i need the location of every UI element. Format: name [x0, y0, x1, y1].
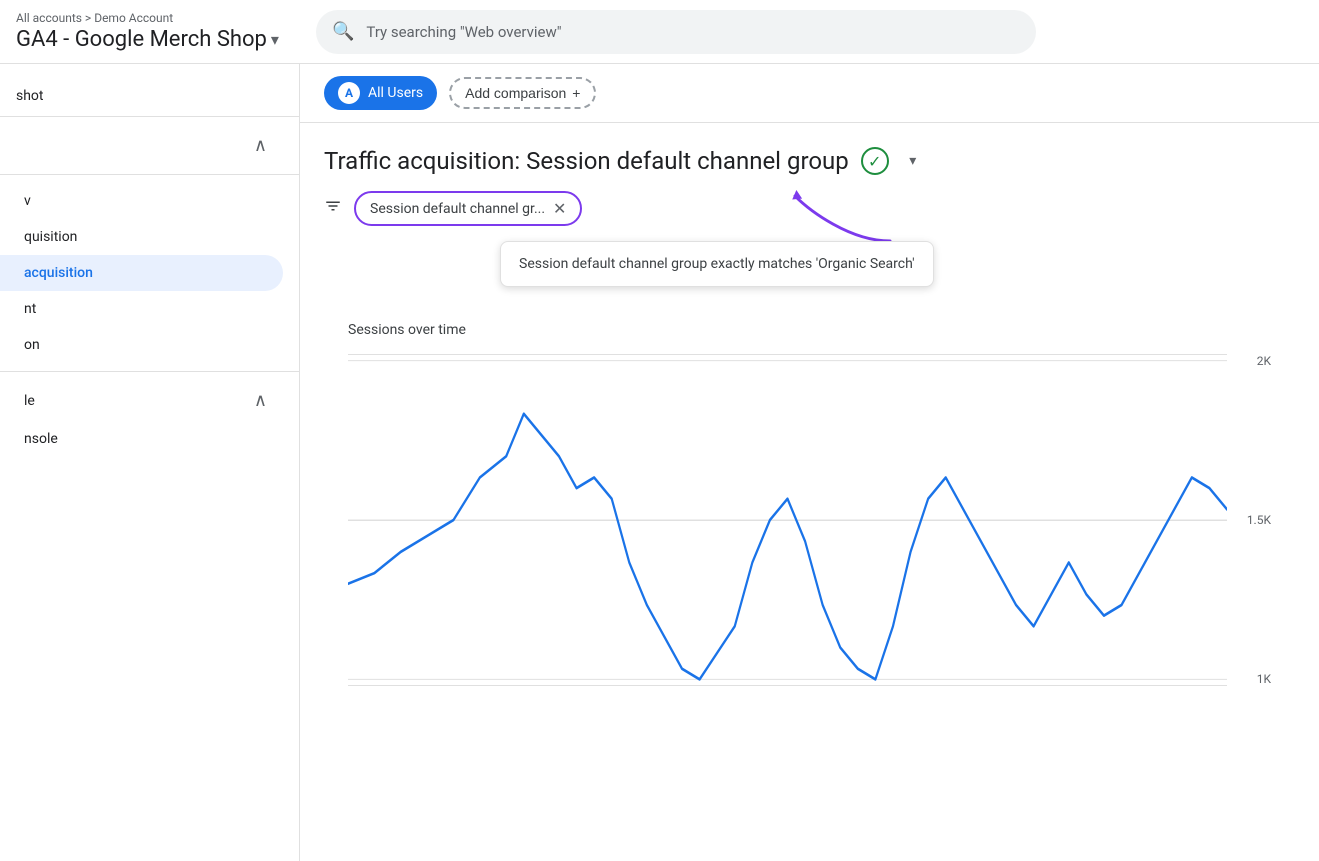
app-header: All accounts > Demo Account GA4 - Google… — [0, 0, 1319, 64]
sidebar-item-label: shot — [16, 88, 44, 104]
y-label-top: 2K — [1231, 354, 1271, 368]
report-title: Traffic acquisition: Session default cha… — [324, 147, 849, 175]
sidebar-item-v[interactable]: v — [0, 183, 283, 219]
sidebar-collapse-btn[interactable]: ∧ — [0, 125, 283, 166]
sidebar-divider-3 — [0, 371, 299, 372]
chart-line-svg — [348, 350, 1227, 690]
search-placeholder: Try searching "Web overview" — [366, 23, 561, 41]
sidebar-divider-2 — [0, 174, 299, 175]
app-title-text: GA4 - Google Merch Shop — [16, 27, 267, 52]
chart-y-labels: 2K 1.5K 1K — [1231, 350, 1271, 690]
filter-chip[interactable]: Session default channel gr... ✕ — [354, 191, 582, 226]
app-title[interactable]: GA4 - Google Merch Shop ▾ — [16, 27, 316, 52]
sidebar-item-label: nt — [24, 301, 36, 317]
sidebar-item-acquisition-parent[interactable]: quisition — [0, 219, 283, 255]
sidebar-item-label: v — [24, 193, 31, 209]
sidebar-divider-1 — [0, 116, 299, 117]
sidebar-item-label: le — [24, 393, 35, 409]
segment-bar: A All Users Add comparison + — [300, 64, 1319, 123]
y-label-bottom: 1K — [1231, 672, 1271, 686]
report-header: Traffic acquisition: Session default cha… — [300, 123, 1319, 722]
search-icon: 🔍 — [332, 21, 354, 42]
sidebar-item-label: quisition — [24, 229, 77, 245]
chevron-up-icon-2: ∧ — [254, 390, 267, 411]
sidebar-item-nsole[interactable]: nsole — [0, 421, 283, 457]
sidebar-item-le[interactable]: le ∧ — [0, 380, 283, 421]
filter-row: Session default channel gr... ✕ — [324, 191, 1295, 226]
add-comparison-label: Add comparison — [465, 85, 566, 101]
sidebar-item-on[interactable]: on — [0, 327, 283, 363]
breadcrumb-all-accounts[interactable]: All accounts — [16, 11, 82, 25]
add-comparison-plus-icon: + — [572, 85, 580, 101]
tooltip-text: Session default channel group exactly ma… — [519, 256, 915, 272]
all-users-chip[interactable]: A All Users — [324, 76, 437, 110]
chip-letter: A — [338, 82, 360, 104]
filter-tooltip: Session default channel group exactly ma… — [500, 241, 934, 287]
sidebar-item-label: acquisition — [24, 265, 93, 281]
sidebar-item-nt[interactable]: nt — [0, 291, 283, 327]
breadcrumb-separator: > — [85, 11, 94, 25]
add-comparison-button[interactable]: Add comparison + — [449, 77, 596, 109]
chart-section: Sessions over time 2K 1.5K 1K — [324, 306, 1295, 706]
filter-chip-text: Session default channel gr... — [370, 201, 545, 217]
sidebar-section-top: shot ∧ v quisition acquisition nt on — [0, 72, 299, 465]
filter-funnel-icon — [324, 197, 342, 220]
app-title-dropdown-arrow[interactable]: ▾ — [271, 30, 279, 49]
verified-icon[interactable]: ✓ — [861, 147, 889, 175]
header-left: All accounts > Demo Account GA4 - Google… — [16, 11, 316, 52]
filter-chip-clear-icon[interactable]: ✕ — [553, 199, 566, 218]
sidebar: shot ∧ v quisition acquisition nt on — [0, 64, 300, 861]
sidebar-item-traffic-acquisition[interactable]: acquisition — [0, 255, 283, 291]
y-label-mid: 1.5K — [1231, 513, 1271, 527]
report-title-row: Traffic acquisition: Session default cha… — [324, 147, 1295, 175]
sidebar-item-label: on — [24, 337, 40, 353]
breadcrumb[interactable]: All accounts > Demo Account — [16, 11, 316, 25]
title-dropdown-icon[interactable]: ▾ — [901, 149, 925, 173]
chart-label: Sessions over time — [348, 322, 1271, 338]
main-layout: shot ∧ v quisition acquisition nt on — [0, 64, 1319, 861]
sidebar-item-label: nsole — [24, 431, 58, 447]
sidebar-item-snapshot[interactable]: shot — [0, 80, 283, 108]
content-area: A All Users Add comparison + Traffic acq… — [300, 64, 1319, 861]
search-bar[interactable]: 🔍 Try searching "Web overview" — [316, 10, 1036, 54]
chip-label: All Users — [368, 85, 423, 101]
chart-container: 2K 1.5K 1K — [348, 350, 1271, 690]
chevron-up-icon: ∧ — [254, 135, 267, 156]
breadcrumb-demo-account[interactable]: Demo Account — [94, 11, 173, 25]
